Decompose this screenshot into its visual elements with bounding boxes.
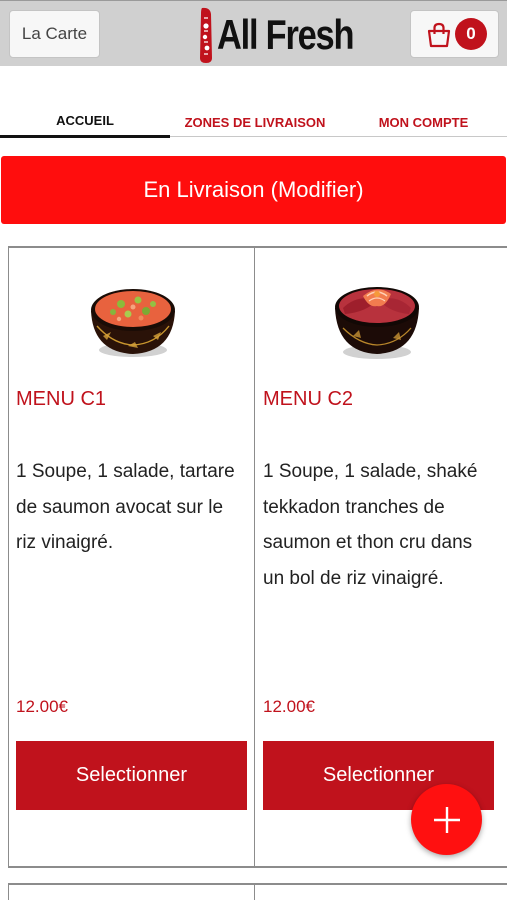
app-header: La Carte All Fresh 0: [0, 0, 507, 66]
delivery-mode-button[interactable]: En Livraison (Modifier): [1, 156, 506, 224]
cart-count-badge: 0: [455, 18, 487, 50]
menu-description: 1 Soupe, 1 salade, tartare de saumon avo…: [16, 461, 235, 553]
tartare-bowl-image: [91, 289, 175, 357]
menu-price: 12.00€: [16, 697, 68, 716]
menu-price: 12.00€: [263, 697, 315, 716]
select-button[interactable]: Selectionner: [16, 741, 247, 810]
menu-description: 1 Soupe, 1 salade, shaké tekkadon tranch…: [263, 461, 478, 589]
la-carte-button[interactable]: La Carte: [9, 10, 100, 58]
grid-divider: [254, 883, 255, 900]
shopping-bag-icon: [427, 22, 451, 48]
page: La Carte All Fresh 0 ACCUEIL ZONES DE LI…: [0, 0, 507, 900]
brand-name: All Fresh: [217, 11, 355, 58]
add-fab-button[interactable]: [411, 784, 482, 855]
tab-accueil[interactable]: ACCUEIL: [0, 106, 170, 138]
main-tabs: ACCUEIL ZONES DE LIVRAISON MON COMPTE: [0, 106, 507, 140]
menu-card: MENU C1 1 Soupe, 1 salade, tartare de sa…: [8, 246, 254, 868]
tabs-divider: [170, 136, 507, 137]
menu-title: MENU C2: [263, 388, 354, 410]
tab-zones-de-livraison[interactable]: ZONES DE LIVRAISON: [170, 106, 340, 138]
menu-title: MENU C1: [16, 388, 107, 410]
menu-card: MENU C2 1 Soupe, 1 salade, shaké tekkado…: [255, 246, 501, 868]
menu-grid-next-row: [8, 883, 507, 900]
cart-button[interactable]: 0: [410, 10, 499, 58]
tab-mon-compte[interactable]: MON COMPTE: [340, 106, 507, 138]
tekkadon-bowl-image: [335, 287, 419, 359]
plus-icon: [433, 806, 460, 833]
brand-logo[interactable]: All Fresh: [196, 5, 383, 65]
logo-mark-icon: [200, 7, 212, 63]
